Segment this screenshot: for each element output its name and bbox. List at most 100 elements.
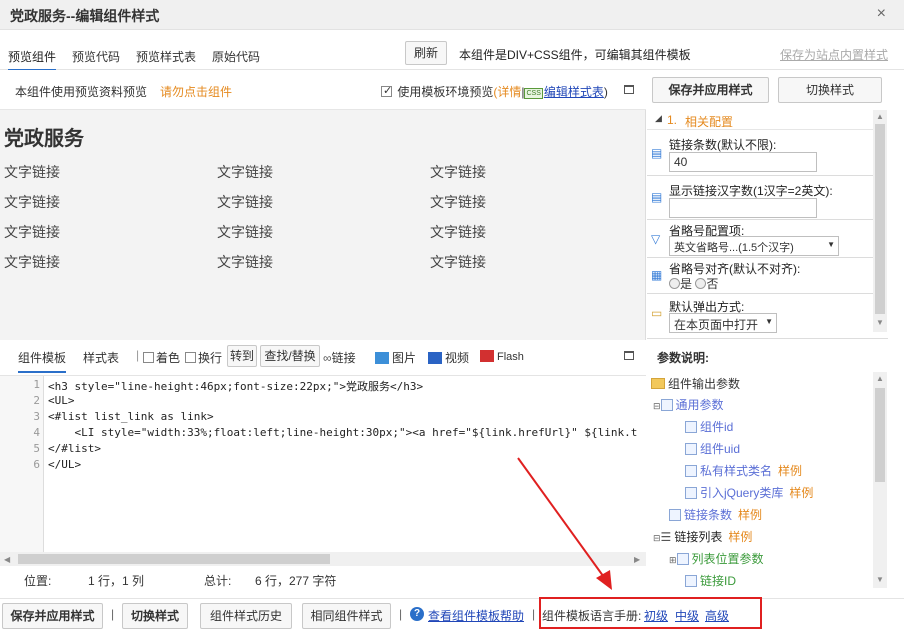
document-icon (685, 487, 697, 499)
params-scrollbar[interactable]: ▲ ▼ (873, 372, 887, 588)
sample-link[interactable]: 样例 (778, 464, 802, 478)
sample-link[interactable]: 样例 (728, 530, 752, 544)
preview-link[interactable]: 文字链接 (217, 222, 273, 242)
popup-select[interactable]: 在本页面中打开 ▼ (669, 313, 777, 333)
ellipsis-select[interactable]: 英文省略号...(1.5个汉字) ▼ (669, 236, 839, 256)
tree-node[interactable]: 引入jQuery类库 样例 (685, 484, 813, 501)
insert-flash-button[interactable]: Flash (480, 349, 524, 363)
save-apply-bottom-button[interactable]: 保存并应用样式 (2, 603, 103, 629)
scroll-down-icon[interactable]: ▼ (876, 318, 884, 327)
code-line[interactable]: <UL> (48, 394, 75, 407)
scroll-left-icon[interactable]: ◀ (4, 555, 10, 564)
total-label: 总计: (204, 574, 232, 588)
preview-link-grid: 文字链接 文字链接 文字链接 文字链接 文字链接 文字链接 文字链接 文字链接 … (0, 162, 646, 282)
tree-node[interactable]: 组件输出参数 (651, 375, 740, 392)
insert-video-button[interactable]: 视频 (428, 349, 469, 366)
code-line[interactable]: </UL> (48, 458, 81, 471)
tab-preview-stylesheet[interactable]: 预览样式表 (136, 48, 196, 65)
preview-link[interactable]: 文字链接 (430, 252, 486, 272)
preview-link[interactable]: 文字链接 (217, 192, 273, 212)
code-line[interactable]: <#list list_link as link> (48, 410, 214, 423)
save-apply-style-button[interactable]: 保存并应用样式 (652, 77, 769, 103)
radio-yes[interactable] (669, 278, 680, 289)
style-history-button[interactable]: 组件样式历史 (200, 603, 292, 629)
preview-link[interactable]: 文字链接 (217, 252, 273, 272)
find-replace-button[interactable]: 查找/替换 (260, 345, 320, 367)
insert-link-button[interactable]: ∞链接 (323, 349, 356, 366)
template-env-checkbox[interactable]: ✓ (381, 85, 392, 97)
save-site-style-link[interactable]: 保存为站点内置样式 (780, 46, 888, 63)
preview-link[interactable]: 文字链接 (430, 192, 486, 212)
tab-stylesheet[interactable]: 样式表 (83, 349, 119, 366)
color-label: 着色 (156, 351, 181, 365)
preview-link[interactable]: 文字链接 (4, 162, 60, 182)
code-line[interactable]: <h3 style="line-height:46px;font-size:22… (48, 378, 423, 394)
radio-no[interactable] (695, 278, 707, 289)
total-value: 6 行，277 字符 (255, 574, 337, 588)
wrap-checkbox[interactable] (185, 352, 196, 363)
tree-node[interactable]: ⊞ 列表位置参数 (669, 550, 764, 567)
tree-node[interactable]: 私有样式类名 样例 (685, 462, 802, 479)
template-env-checkbox-wrap[interactable]: ✓ 使用模板环境预览(详情| CSS 编辑样式表) (381, 83, 608, 100)
preview-link[interactable]: 文字链接 (430, 222, 486, 242)
refresh-button[interactable]: 刷新 (405, 41, 447, 65)
tab-component-template[interactable]: 组件模板 (18, 349, 67, 373)
goto-button[interactable]: 转到 (227, 345, 257, 367)
sample-link[interactable]: 样例 (738, 508, 762, 522)
scroll-right-icon[interactable]: ▶ (634, 555, 640, 564)
tree-node[interactable]: ⊟ 通用参数 (653, 396, 724, 413)
same-style-button[interactable]: 相同组件样式 (302, 603, 391, 629)
highlight-box (539, 597, 762, 629)
close-icon[interactable]: × (877, 5, 886, 23)
scroll-thumb[interactable] (875, 124, 885, 314)
tree-node[interactable]: 组件id (685, 418, 733, 435)
scroll-down-icon[interactable]: ▼ (876, 575, 884, 584)
sample-link[interactable]: 样例 (789, 486, 813, 500)
preview-link[interactable]: 文字链接 (217, 162, 273, 182)
tree-node[interactable]: ⊟☰ 链接列表 样例 (653, 528, 752, 545)
scroll-up-icon[interactable]: ▲ (876, 112, 884, 121)
edit-stylesheet-link[interactable]: 编辑样式表 (544, 85, 604, 99)
insert-flash-label: Flash (497, 351, 524, 363)
config-scrollbar[interactable]: ▲ ▼ (873, 110, 887, 332)
tree-node[interactable]: 链接条数 样例 (669, 506, 762, 523)
config-section-header[interactable]: ◢ 1. 相关配置 (647, 110, 873, 130)
preview-hint: 请勿点击组件 (160, 85, 233, 99)
preview-link[interactable]: 文字链接 (4, 252, 60, 272)
collapse-icon[interactable]: ◢ (655, 113, 662, 124)
switch-style-button[interactable]: 切换样式 (778, 77, 882, 103)
scroll-thumb[interactable] (18, 554, 330, 564)
config-row-popup: ▭ 默认弹出方式: 在本页面中打开 ▼ (647, 294, 873, 334)
document-icon (685, 443, 697, 455)
switch-style-bottom-button[interactable]: 切换样式 (122, 603, 188, 629)
scroll-thumb[interactable] (875, 388, 885, 482)
tab-preview-code[interactable]: 预览代码 (72, 48, 120, 65)
tab-preview-component[interactable]: 预览组件 (8, 48, 57, 71)
template-help-link[interactable]: 查看组件模板帮助 (428, 607, 524, 624)
link-count-input[interactable]: 40 (669, 152, 817, 172)
tab-original-code[interactable]: 原始代码 (212, 48, 260, 65)
maximize-editor-icon[interactable] (624, 351, 634, 360)
code-line[interactable]: </#list> (48, 442, 101, 455)
wrap-toggle[interactable]: 换行 (185, 349, 222, 366)
details-link[interactable]: (详情 (493, 85, 521, 99)
maximize-icon[interactable] (624, 85, 634, 94)
preview-link[interactable]: 文字链接 (430, 162, 486, 182)
color-toggle[interactable]: 着色 (143, 349, 180, 366)
tree-node[interactable]: 链接ID (685, 572, 736, 588)
line-number: 3 (33, 410, 40, 423)
help-icon[interactable]: ? (410, 607, 424, 621)
char-count-input[interactable] (669, 198, 817, 218)
insert-image-button[interactable]: 图片 (375, 349, 416, 366)
tree-node[interactable]: 组件uid (685, 440, 740, 457)
right-panel: 保存并应用样式 切换样式 ◢ 1. 相关配置 ▤ 链接条数(默认不限): 40 … (647, 70, 904, 590)
config-row-ellipsis: ▽ 省略号配置项: 英文省略号...(1.5个汉字) ▼ (647, 220, 873, 258)
preview-link[interactable]: 文字链接 (4, 222, 60, 242)
tree-label: 引入jQuery类库 (700, 486, 784, 500)
tree-label: 组件输出参数 (668, 377, 741, 391)
preview-link[interactable]: 文字链接 (4, 192, 60, 212)
code-line[interactable]: <LI style="width:33%;float:left;line-hei… (48, 426, 637, 439)
scroll-up-icon[interactable]: ▲ (876, 374, 884, 383)
color-checkbox[interactable] (143, 352, 154, 363)
config-label: 链接条数(默认不限): (669, 138, 777, 152)
